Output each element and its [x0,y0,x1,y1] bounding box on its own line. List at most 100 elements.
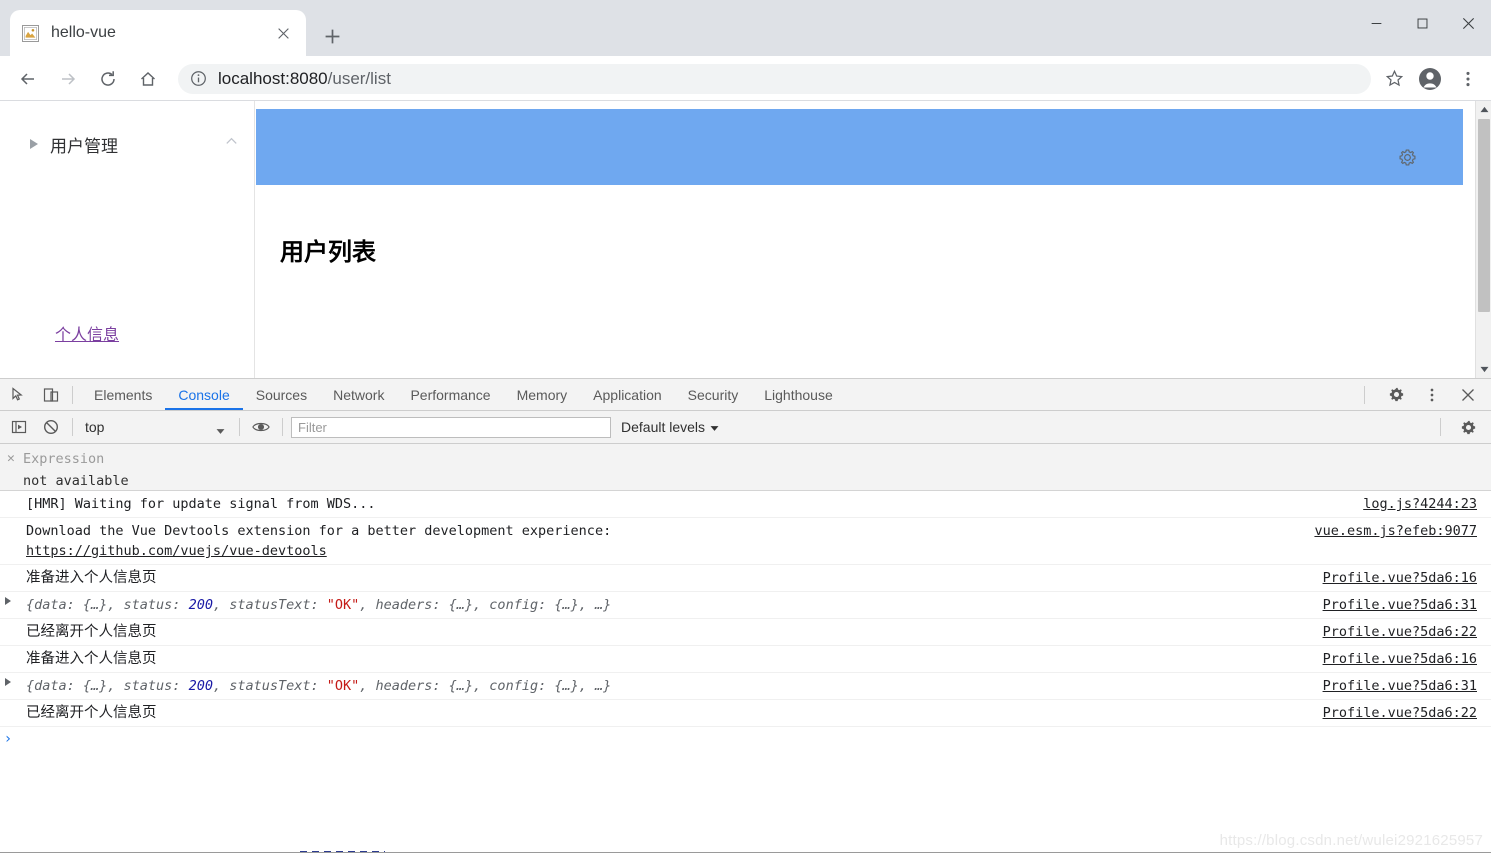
object-mid: , statusText: [212,678,327,694]
object-suffix: , headers: {…}, config: {…}, …} [359,678,612,694]
tab-title: hello-vue [51,24,116,41]
inspect-element-icon[interactable] [6,382,32,408]
console-source-link[interactable]: Profile.vue?5da6:22 [1323,703,1491,723]
status-text-value: "OK" [326,597,360,613]
tab-lighthouse[interactable]: Lighthouse [751,379,846,410]
row-gutter [0,622,16,624]
console-source-link[interactable]: Profile.vue?5da6:16 [1323,649,1491,669]
console-prompt[interactable]: › [0,727,1491,797]
watermark: https://blog.csdn.net/wulei2921625957 [1219,832,1483,849]
tab-console[interactable]: Console [165,379,242,410]
toolbar-divider [1440,418,1441,436]
console-message: 准备进入个人信息页 [26,570,157,586]
vue-devtools-link[interactable]: https://github.com/vuejs/vue-devtools [26,543,327,559]
reload-icon[interactable] [91,62,125,96]
window-controls [1353,0,1491,46]
sidebar-menu-header[interactable]: 用户管理 [30,129,237,159]
tab-performance[interactable]: Performance [397,379,503,410]
maximize-icon[interactable] [1399,0,1445,46]
console-message: {data: {…}, status: 200, statusText: "OK… [16,676,1323,696]
console-message: 已经离开个人信息页 [26,624,157,640]
tab-memory[interactable]: Memory [504,379,581,410]
filter-input[interactable]: Filter [291,416,611,438]
minimize-icon[interactable] [1353,0,1399,46]
console-source-link[interactable]: log.js?4244:23 [1363,494,1491,514]
status-value: 200 [188,678,213,694]
arrow-left-icon[interactable] [11,62,45,96]
tab-application[interactable]: Application [580,379,675,410]
gear-icon[interactable] [1398,148,1417,172]
browser-window: hello-vue localhost:8080/user/list 用户管理 … [0,0,1491,863]
console-row: 准备进入个人信息页 Profile.vue?5da6:16 [0,565,1491,592]
object-prefix: {data: {…}, status: [26,597,189,613]
toolbar-divider [1364,385,1365,404]
triangle-down-icon[interactable] [1476,361,1491,378]
chevron-up-icon[interactable] [223,133,240,155]
console-row: [HMR] Waiting for update signal from WDS… [0,491,1491,518]
address-bar[interactable]: localhost:8080/user/list [178,63,1371,94]
url-text: localhost:8080/user/list [218,69,391,89]
close-icon[interactable]: ✕ [7,451,15,466]
status-text-value: "OK" [326,678,360,694]
clear-console-icon[interactable] [38,414,64,440]
page-scrollbar[interactable] [1475,101,1491,378]
live-expression-area: ✕ Expression not available [0,444,1491,491]
page-content: 用户列表 [256,101,1491,378]
disclosure-triangle-icon[interactable] [0,595,16,605]
execution-context-selector[interactable]: top [81,416,231,438]
account-circle-icon[interactable] [1415,64,1445,94]
settings-gear-icon[interactable] [1383,382,1409,408]
disclosure-triangle-icon[interactable] [0,676,16,686]
tab-security[interactable]: Security [675,379,752,410]
arrow-right-icon [51,62,85,96]
console-filter-bar: top Filter Default levels [0,411,1491,444]
caret-down-icon [710,419,719,435]
console-sidebar-icon[interactable] [6,414,32,440]
row-gutter [0,703,16,705]
tab-sources[interactable]: Sources [243,379,320,410]
eye-icon[interactable] [248,414,274,440]
close-icon[interactable] [1455,382,1481,408]
prompt-caret-icon: › [3,731,13,747]
expression-label: Expression [23,451,105,467]
console-source-link[interactable]: Profile.vue?5da6:22 [1323,622,1491,642]
console-source-link[interactable]: vue.esm.js?efeb:9077 [1314,521,1491,541]
window-bottom-edge [0,852,1491,863]
sidebar-link-profile[interactable]: 个人信息 [55,321,119,345]
row-gutter [0,494,16,496]
toolbar-divider [239,418,240,436]
browser-tab[interactable]: hello-vue [10,10,306,56]
kebab-menu-icon[interactable] [1453,64,1483,94]
console-row: 已经离开个人信息页 Profile.vue?5da6:22 [0,619,1491,646]
row-gutter [0,568,16,570]
console-source-link[interactable]: Profile.vue?5da6:16 [1323,568,1491,588]
kebab-menu-icon[interactable] [1419,382,1445,408]
console-row: {data: {…}, status: 200, statusText: "OK… [0,592,1491,619]
settings-gear-icon[interactable] [1455,414,1481,440]
new-tab-button[interactable] [316,20,348,52]
star-icon[interactable] [1381,66,1407,92]
close-icon[interactable] [272,22,294,44]
console-row: Download the Vue Devtools extension for … [0,518,1491,565]
console-message: [HMR] Waiting for update signal from WDS… [26,496,376,512]
home-icon[interactable] [131,62,165,96]
console-source-link[interactable]: Profile.vue?5da6:31 [1323,676,1491,696]
log-levels-selector[interactable]: Default levels [621,419,719,435]
console-source-link[interactable]: Profile.vue?5da6:31 [1323,595,1491,615]
devtools-tabbar: Elements Console Sources Network Perform… [0,379,1491,411]
page-viewport: 用户管理 个人信息 用户列表 回到首页 用户列表 [0,101,1491,378]
tab-strip: hello-vue [0,0,1491,56]
scrollbar-thumb[interactable] [1478,119,1490,312]
info-circle-icon[interactable] [190,70,208,88]
object-prefix: {data: {…}, status: [26,678,189,694]
tab-elements[interactable]: Elements [81,379,165,410]
page-banner [256,109,1463,185]
console-message: 已经离开个人信息页 [26,705,157,721]
tab-network[interactable]: Network [320,379,397,410]
triangle-up-icon[interactable] [1476,101,1491,118]
close-icon[interactable] [1445,0,1491,46]
console-row: 已经离开个人信息页 Profile.vue?5da6:22 [0,700,1491,727]
device-toolbar-icon[interactable] [38,382,64,408]
toolbar-divider [72,418,73,436]
navigation-bar: localhost:8080/user/list [0,56,1491,101]
